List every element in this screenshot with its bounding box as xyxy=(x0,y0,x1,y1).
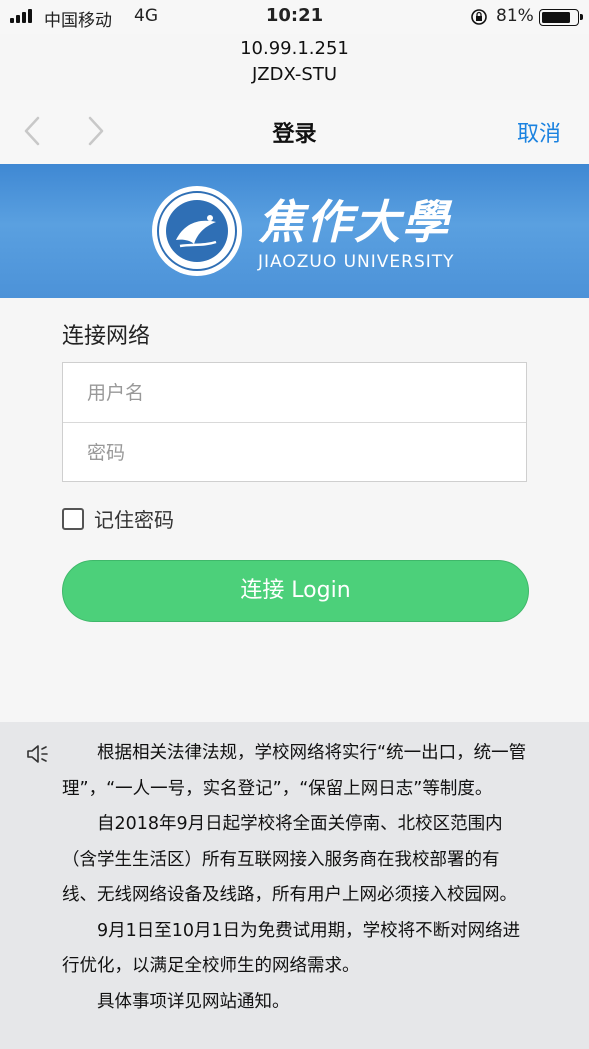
university-banner: 焦作大學 JIAOZUO UNIVERSITY xyxy=(0,164,589,298)
network-ssid: JZDX-STU xyxy=(251,64,338,85)
login-button[interactable]: 连接 Login xyxy=(62,560,529,622)
remember-password-checkbox[interactable] xyxy=(62,507,84,530)
battery-icon xyxy=(539,9,583,26)
login-form: 连接网络 记住密码 连接 Login xyxy=(0,298,589,722)
signal-strength-icon xyxy=(10,9,32,23)
password-input[interactable] xyxy=(63,423,526,482)
credentials-box xyxy=(62,362,527,482)
cancel-button[interactable]: 取消 xyxy=(517,116,561,148)
notice-panel: 根据相关法律法规，学校网络将实行“统一出口，统一管理”，“一人一号，实名登记”，… xyxy=(0,722,589,1049)
notice-paragraph: 根据相关法律法规，学校网络将实行“统一出口，统一管理”，“一人一号，实名登记”，… xyxy=(62,743,527,799)
forward-chevron-icon[interactable] xyxy=(80,114,110,148)
form-title: 连接网络 xyxy=(62,324,151,349)
status-bar: 中国移动 4G 10:21 81% xyxy=(0,0,589,34)
university-logo xyxy=(152,186,242,276)
notice-paragraph: 具体事项详见网站通知。 xyxy=(97,991,290,1012)
notice-text: 根据相关法律法规，学校网络将实行“统一出口，统一管理”，“一人一号，实名登记”，… xyxy=(62,736,532,1020)
notice-paragraph: 自2018年9月日起学校将全面关停南、北校区范围内（含学生生活区）所有互联网接入… xyxy=(62,814,517,905)
network-address: 10.99.1.251 JZDX-STU xyxy=(0,36,589,88)
back-chevron-icon[interactable] xyxy=(18,114,48,148)
remember-password-option[interactable]: 记住密码 xyxy=(62,504,174,533)
gateway-ip: 10.99.1.251 xyxy=(240,38,349,59)
university-name-chinese: 焦作大學 xyxy=(258,195,450,249)
university-name-english: JIAOZUO UNIVERSITY xyxy=(258,252,455,272)
rotation-lock-icon xyxy=(471,9,487,25)
battery-percent: 81% xyxy=(496,6,534,26)
speaker-icon xyxy=(27,745,48,763)
network-type: 4G xyxy=(134,6,158,26)
remember-password-label: 记住密码 xyxy=(94,508,174,532)
carrier-name: 中国移动 xyxy=(44,11,112,31)
username-input[interactable] xyxy=(63,363,526,422)
battery-fill xyxy=(542,12,570,23)
navigation-bar: 登录 取消 xyxy=(0,100,589,164)
notice-paragraph: 9月1日至10月1日为免费试用期，学校将不断对网络进行优化，以满足全校师生的网络… xyxy=(62,920,521,977)
